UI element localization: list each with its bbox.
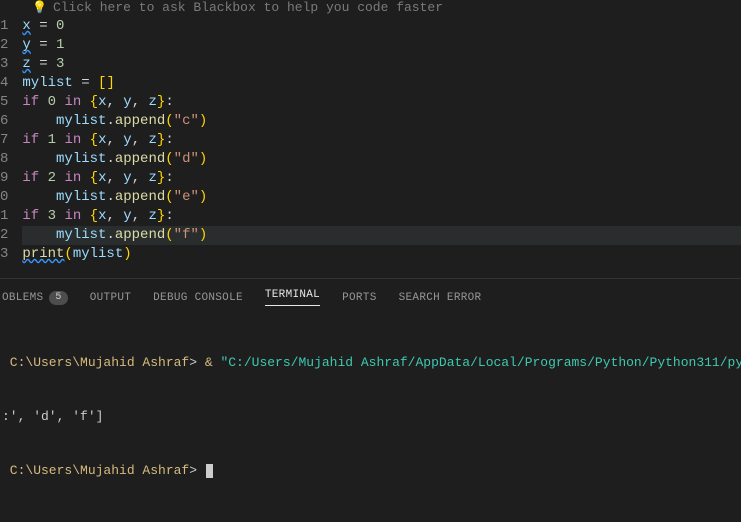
line-gutter: 1 2 3 4 5 6 7 8 9 0 1 2 3 — [0, 17, 22, 264]
tab-terminal[interactable]: TERMINAL — [265, 289, 320, 306]
hint-text: Click here to ask Blackbox to help you c… — [53, 0, 443, 15]
panel-tabs: OBLEMS 5 OUTPUT DEBUG CONSOLE TERMINAL P… — [0, 279, 741, 312]
terminal-prompt-path: C:\Users\Mujahid Ashraf — [2, 355, 189, 370]
code-line: mylist.append("f") — [22, 226, 741, 245]
code-line: x = 0 — [22, 17, 741, 36]
terminal-command: "C:/Users/Mujahid Ashraf/AppData/Local/P… — [220, 355, 741, 370]
bottom-panel: OBLEMS 5 OUTPUT DEBUG CONSOLE TERMINAL P… — [0, 278, 741, 518]
code-line: if 3 in {x, y, z}: — [22, 207, 741, 226]
code-line: if 0 in {x, y, z}: — [22, 93, 741, 112]
blackbox-hint-bar[interactable]: 💡 Click here to ask Blackbox to help you… — [0, 0, 741, 17]
code-line: mylist = [] — [22, 74, 741, 93]
code-line: mylist.append("c") — [22, 112, 741, 131]
tab-search-error[interactable]: SEARCH ERROR — [399, 292, 482, 304]
terminal-cursor — [206, 464, 213, 478]
terminal-content[interactable]: C:\Users\Mujahid Ashraf> & "C:/Users/Muj… — [0, 312, 741, 522]
code-content[interactable]: x = 0 y = 1 z = 3 mylist = [] if 0 in {x… — [22, 17, 741, 264]
tab-debug-console[interactable]: DEBUG CONSOLE — [153, 292, 243, 304]
tab-output[interactable]: OUTPUT — [90, 292, 131, 304]
terminal-output: :', 'd', 'f'] — [2, 408, 739, 426]
code-line: mylist.append("e") — [22, 188, 741, 207]
code-line: z = 3 — [22, 55, 741, 74]
terminal-prompt-path: C:\Users\Mujahid Ashraf — [2, 463, 189, 478]
problems-badge: 5 — [49, 291, 67, 305]
code-line: print(mylist) — [22, 245, 741, 264]
code-line: if 1 in {x, y, z}: — [22, 131, 741, 150]
code-editor[interactable]: 1 2 3 4 5 6 7 8 9 0 1 2 3 x = 0 y = 1 z … — [0, 17, 741, 264]
code-line: if 2 in {x, y, z}: — [22, 169, 741, 188]
code-line: mylist.append("d") — [22, 150, 741, 169]
tab-problems[interactable]: OBLEMS 5 — [2, 291, 68, 305]
code-line: y = 1 — [22, 36, 741, 55]
lightbulb-icon: 💡 — [32, 0, 47, 15]
tab-ports[interactable]: PORTS — [342, 292, 377, 304]
